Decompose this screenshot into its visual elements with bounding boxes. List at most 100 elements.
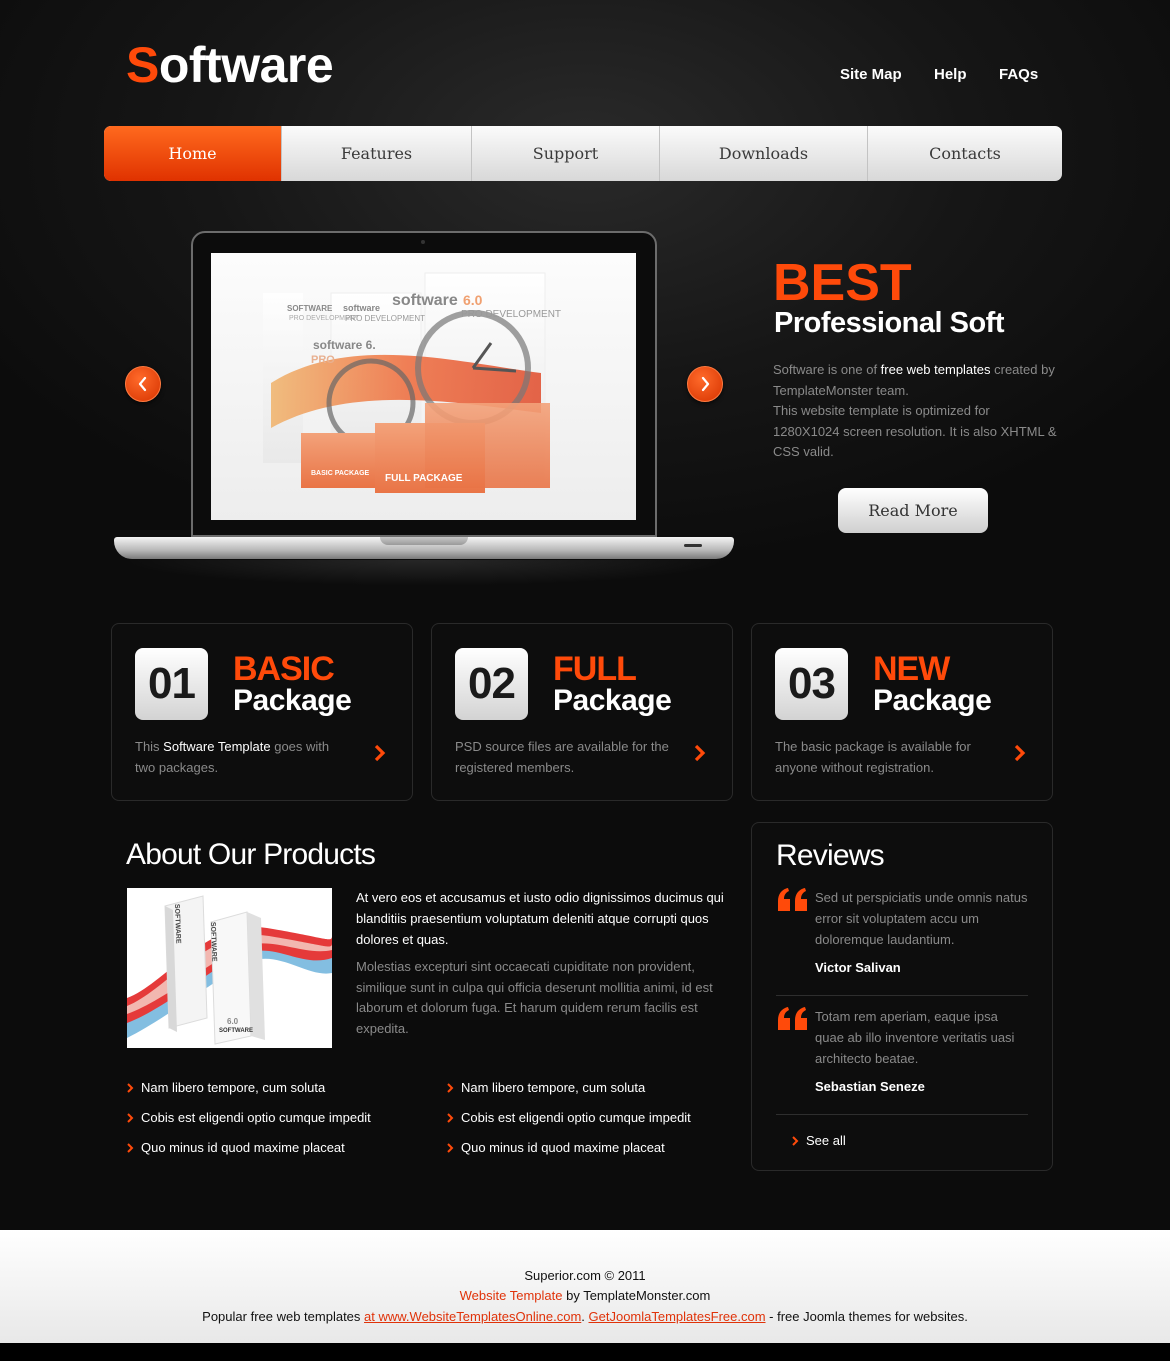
slide-label-box-2: software (343, 303, 380, 313)
reviews-title: Reviews (776, 839, 885, 872)
list-item[interactable]: Cobis est eligendi optio cumque impedit (126, 1110, 371, 1126)
box-label-2: SOFTWARE (209, 922, 217, 962)
package-description: The basic package is available for anyon… (775, 739, 971, 775)
laptop-notch (380, 537, 468, 545)
see-all-label: See all (806, 1133, 846, 1148)
menu-item-support[interactable]: Support (472, 126, 660, 181)
slider-next-button[interactable] (687, 366, 723, 402)
about-lead-text: At vero eos et accusamus et iusto odio d… (356, 890, 724, 947)
main-menu: Home Features Support Downloads Contacts (104, 126, 1062, 181)
footer-joomla-text: - free Joomla themes for websites. (765, 1309, 968, 1324)
see-all-link[interactable]: See all (791, 1133, 846, 1148)
chevron-right-icon[interactable] (370, 742, 390, 764)
list-item[interactable]: Cobis est eligendi optio cumque impedit (446, 1110, 691, 1126)
footer-link-separator: . (581, 1309, 589, 1324)
website-template-link[interactable]: Website Template (460, 1288, 563, 1303)
hero-text-part-3: This website template is optimized for 1… (773, 403, 1057, 460)
package-number: 03 (775, 648, 848, 720)
package-description: This Software Template goes with two pac… (135, 736, 350, 778)
faqs-link[interactable]: FAQs (999, 66, 1038, 83)
chevron-right-icon (447, 1083, 454, 1093)
chevron-right-icon (447, 1113, 454, 1123)
top-links: Site Map Help FAQs (0, 66, 1170, 86)
laptop-reflection (120, 560, 730, 586)
hero-subtitle: Professional Soft (774, 307, 1005, 339)
package-card-basic: 01 BASIC Package This Software Template … (111, 623, 413, 801)
slide-label-box-1: SOFTWARE (287, 304, 333, 313)
chevron-right-icon[interactable] (1010, 742, 1030, 764)
chevron-right-icon (127, 1083, 134, 1093)
review-author: Victor Salivan (815, 960, 901, 975)
package-desc-highlight: Software Template (163, 739, 271, 754)
list-item[interactable]: Nam libero tempore, cum soluta (126, 1080, 325, 1096)
footer-credit-by: by TemplateMonster.com (562, 1288, 711, 1303)
package-subtitle: Package (233, 684, 352, 717)
quote-icon (778, 1007, 807, 1030)
package-title: NEW (873, 650, 950, 688)
hero-title: BEST (773, 254, 912, 312)
package-subtitle: Package (553, 684, 672, 717)
read-more-button[interactable]: Read More (838, 488, 988, 533)
websitetemplatesonline-link[interactable]: at www.WebsiteTemplatesOnline.com (364, 1309, 581, 1324)
box-label-1: SOFTWARE (173, 904, 181, 944)
footer-popular-text: Popular free web templates (202, 1309, 365, 1324)
list-item[interactable]: Quo minus id quod maxime placeat (126, 1140, 345, 1156)
slide-label-version: 6.0 (463, 292, 483, 308)
slide-label-small: software 6. (313, 338, 376, 352)
slide-label-pro: PRO (311, 354, 335, 366)
list-item[interactable]: Nam libero tempore, cum soluta (446, 1080, 645, 1096)
list-item-label: Nam libero tempore, cum soluta (141, 1080, 326, 1095)
review-author: Sebastian Seneze (815, 1079, 925, 1094)
package-card-full: 02 FULL Package PSD source files are ava… (431, 623, 733, 801)
divider (776, 995, 1028, 996)
footer-credit: Website Template by TemplateMonster.com (0, 1288, 1170, 1303)
chevron-right-icon (792, 1136, 799, 1146)
package-number: 02 (455, 648, 528, 720)
package-title: BASIC (233, 650, 335, 688)
page-background: Software Site Map Help FAQs Home Feature… (0, 0, 1170, 1230)
menu-item-features[interactable]: Features (282, 126, 472, 181)
quote-icon (778, 888, 807, 911)
software-boxes-illustration: SOFTWARE PRO DEVELOPMENT software PRO DE… (263, 272, 561, 493)
software-box-illustration: SOFTWARE SOFTWARE 6.0 SOFTWARE (127, 888, 332, 1048)
laptop-light (684, 544, 702, 547)
slide-label-big: software (392, 292, 458, 309)
package-desc-part-1: This (135, 739, 164, 754)
site-map-link[interactable]: Site Map (840, 66, 902, 83)
about-title: About Our Products (126, 838, 376, 871)
about-product-image: SOFTWARE SOFTWARE 6.0 SOFTWARE (127, 888, 332, 1048)
package-title: FULL (553, 650, 637, 688)
laptop-camera (421, 240, 425, 244)
chevron-right-icon (127, 1143, 134, 1153)
hero-text-part-1: Software is one of (773, 362, 881, 377)
hero-description: Software is one of free web templates cr… (773, 360, 1058, 463)
free-web-templates-link[interactable]: free web templates (881, 362, 991, 377)
package-number: 01 (135, 648, 208, 720)
review-text: Totam rem aperiam, eaque ipsa quae ab il… (815, 1009, 1015, 1066)
bottom-bar (0, 1343, 1170, 1361)
footer-links: Popular free web templates at www.Websit… (0, 1309, 1170, 1324)
menu-item-contacts[interactable]: Contacts (868, 126, 1062, 181)
list-item[interactable]: Quo minus id quod maxime placeat (446, 1140, 665, 1156)
slide-label-full: FULL PACKAGE (385, 473, 463, 484)
package-description: PSD source files are available for the r… (455, 739, 669, 775)
divider (776, 1114, 1028, 1115)
help-link[interactable]: Help (934, 66, 967, 83)
chevron-right-icon (701, 376, 710, 392)
chevron-left-icon (138, 376, 147, 392)
reviews-panel: Reviews Sed ut perspiciatis unde omnis n… (751, 822, 1053, 1171)
review-text: Sed ut perspiciatis unde omnis natus err… (815, 890, 1028, 947)
chevron-right-icon[interactable] (690, 742, 710, 764)
box-version: 6.0 (227, 1017, 239, 1026)
getjoomlatemplatesfree-link[interactable]: GetJoomlaTemplatesFree.com (589, 1309, 766, 1324)
slider-prev-button[interactable] (125, 366, 161, 402)
slide-label-basic: BASIC PACKAGE (311, 470, 370, 477)
list-item-label: Quo minus id quod maxime placeat (461, 1140, 665, 1155)
menu-item-downloads[interactable]: Downloads (660, 126, 868, 181)
list-item-label: Nam libero tempore, cum soluta (461, 1080, 646, 1095)
slide-label-box-2b: PRO DEVELOPMENT (345, 314, 425, 323)
menu-item-home[interactable]: Home (104, 126, 282, 181)
package-card-new: 03 NEW Package The basic package is avai… (751, 623, 1053, 801)
footer: Superior.com © 2011 Website Template by … (0, 1230, 1170, 1343)
slide-image: SOFTWARE PRO DEVELOPMENT software PRO DE… (211, 253, 636, 520)
